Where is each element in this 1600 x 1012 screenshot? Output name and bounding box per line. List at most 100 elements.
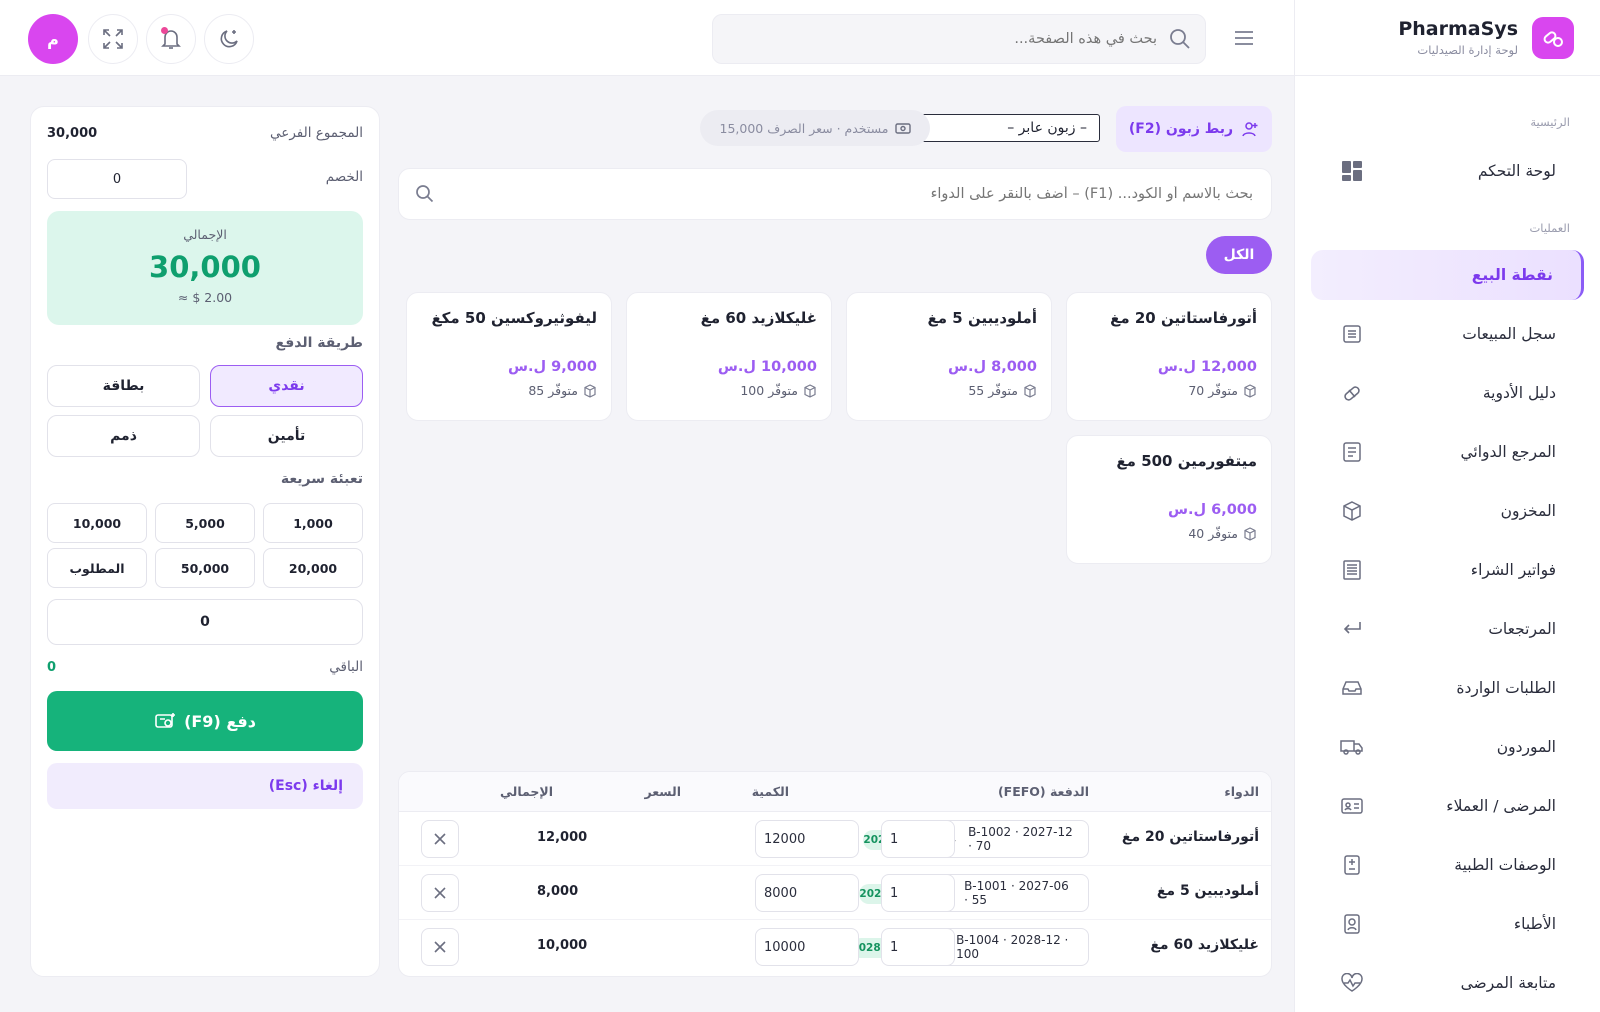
product-card[interactable]: ميتفورمين 500 مغ 6,000 ل.س متوفّر 40 bbox=[1066, 435, 1272, 564]
credit-method-button[interactable]: ذمم bbox=[47, 415, 200, 457]
sidebar-item-label: سجل المبيعات bbox=[1462, 325, 1556, 343]
batch-select[interactable]: ⌄B-1001 · 2027-06 · 55 bbox=[933, 874, 1089, 912]
cart-drug-name: أتورفاستاتين 20 مغ bbox=[1121, 829, 1259, 845]
section-label-main: الرئيسية bbox=[1530, 115, 1570, 129]
sidebar-item-drug-guide[interactable]: دليل الأدوية bbox=[1311, 368, 1584, 418]
table-row: أتورفاستاتين 20 مغ ⌄B-1002 · 2027-12 · 7… bbox=[399, 812, 1271, 866]
product-stock: متوفّر 55 bbox=[861, 383, 1037, 398]
quantity-input[interactable]: 1 bbox=[881, 820, 955, 858]
sidebar-item-inventory[interactable]: المخزون bbox=[1311, 486, 1584, 536]
notifications-button[interactable] bbox=[146, 14, 196, 64]
section-label-operations: العمليات bbox=[1529, 221, 1570, 235]
sidebar-item-doctors[interactable]: الأطباء bbox=[1311, 899, 1584, 949]
sidebar-item-prescriptions[interactable]: الوصفات الطبية bbox=[1311, 840, 1584, 890]
sidebar-item-patient-followup[interactable]: متابعة المرضى bbox=[1311, 958, 1584, 1008]
invoice-icon bbox=[1339, 557, 1365, 583]
amount-received-input[interactable]: 0 bbox=[47, 599, 363, 645]
box-icon bbox=[1339, 498, 1365, 524]
sidebar-item-label: المخزون bbox=[1500, 502, 1556, 520]
sidebar-item-purchase-invoices[interactable]: فواتير الشراء bbox=[1311, 545, 1584, 595]
remaining-value: 0 bbox=[47, 659, 57, 675]
sidebar-item-label: فواتير الشراء bbox=[1470, 561, 1556, 579]
sidebar-item-dashboard[interactable]: لوحة التحكم bbox=[1311, 146, 1584, 196]
notification-dot bbox=[161, 27, 168, 34]
box-icon bbox=[803, 383, 817, 398]
pill-icon bbox=[1339, 380, 1365, 406]
fullscreen-button[interactable] bbox=[88, 14, 138, 64]
menu-icon[interactable] bbox=[1230, 24, 1258, 52]
sidebar-item-suppliers[interactable]: الموردون bbox=[1311, 722, 1584, 772]
link-customer-button[interactable]: ربط زبون (F2) bbox=[1116, 106, 1272, 152]
product-stock: متوفّر 85 bbox=[421, 383, 597, 398]
product-price: 8,000 ل.س bbox=[947, 359, 1037, 375]
quick-5000-button[interactable]: 5,000 bbox=[155, 503, 255, 543]
quick-1000-button[interactable]: 1,000 bbox=[263, 503, 363, 543]
sidebar-item-sales-log[interactable]: سجل المبيعات bbox=[1311, 309, 1584, 359]
batch-select[interactable]: ⌄B-1002 · 2027-12 · 70 bbox=[937, 820, 1089, 858]
pay-button[interactable]: دفع (F9) bbox=[47, 691, 363, 751]
sidebar-item-drug-reference[interactable]: المرجع الدوائي bbox=[1311, 427, 1584, 477]
discount-input[interactable]: 0 bbox=[47, 159, 187, 199]
total-usd: ≈ $ 2.00 bbox=[177, 290, 233, 305]
payment-method-title: طريقة الدفع bbox=[275, 335, 363, 351]
quick-exact-button[interactable]: المطلوب bbox=[47, 548, 147, 588]
page-search-input[interactable] bbox=[727, 31, 1157, 47]
filter-all-chip[interactable]: الكل bbox=[1206, 236, 1272, 274]
sidebar-item-label: متابعة المرضى bbox=[1460, 974, 1556, 992]
product-card[interactable]: أملوديبين 5 مغ 8,000 ل.س متوفّر 55 bbox=[846, 292, 1052, 421]
product-stock: متوفّر 70 bbox=[1081, 383, 1257, 398]
line-total: 12,000 bbox=[537, 830, 588, 845]
inbox-icon bbox=[1339, 675, 1365, 701]
brand-subtitle: لوحة إدارة الصيدليات bbox=[1417, 43, 1518, 57]
brand-name: PharmaSys bbox=[1398, 18, 1518, 40]
price-input[interactable]: 8000 bbox=[755, 874, 859, 912]
product-search-input[interactable] bbox=[447, 186, 1253, 202]
product-price: 9,000 ل.س bbox=[507, 359, 597, 375]
remove-item-button[interactable] bbox=[421, 928, 459, 966]
receipt-icon bbox=[1339, 321, 1365, 347]
cash-register-icon bbox=[154, 711, 176, 731]
sidebar-item-pos[interactable]: نقطة البيع bbox=[1311, 250, 1584, 300]
quick-10000-button[interactable]: 10,000 bbox=[47, 503, 147, 543]
sidebar-item-label: الأطباء bbox=[1513, 915, 1556, 933]
total-box: الإجمالي 30,000 ≈ $ 2.00 bbox=[47, 211, 363, 325]
id-card-icon bbox=[1339, 793, 1365, 819]
prescription-icon bbox=[1339, 852, 1365, 878]
cancel-button[interactable]: إلغاء (Esc) bbox=[47, 763, 363, 809]
topbar: م bbox=[0, 0, 1294, 76]
sidebar-item-label: لوحة التحكم bbox=[1477, 162, 1556, 180]
dashboard-icon bbox=[1339, 158, 1365, 184]
truck-icon bbox=[1339, 734, 1365, 760]
sidebar-item-patients[interactable]: المرضى / العملاء bbox=[1311, 781, 1584, 831]
col-drug: الدواء bbox=[1224, 784, 1259, 799]
quick-20000-button[interactable]: 20,000 bbox=[263, 548, 363, 588]
sidebar-item-label: الموردون bbox=[1496, 738, 1556, 756]
insurance-method-button[interactable]: تأمين bbox=[210, 415, 363, 457]
quantity-input[interactable]: 1 bbox=[881, 874, 955, 912]
product-card[interactable]: ليفوثيروكسين 50 مكغ 9,000 ل.س متوفّر 85 bbox=[406, 292, 612, 421]
remove-item-button[interactable] bbox=[421, 874, 459, 912]
card-method-button[interactable]: بطاقة bbox=[47, 365, 200, 407]
reference-icon bbox=[1339, 439, 1365, 465]
product-name: أتورفاستاتين 20 مغ bbox=[1110, 309, 1257, 327]
cash-method-button[interactable]: نقدي bbox=[210, 365, 363, 407]
remove-item-button[interactable] bbox=[421, 820, 459, 858]
product-card[interactable]: غليكلازيد 60 مغ 10,000 ل.س متوفّر 100 bbox=[626, 292, 832, 421]
batch-value: B-1001 · 2027-06 · 55 bbox=[964, 879, 1069, 907]
stock-text: متوفّر 70 bbox=[1188, 383, 1238, 398]
quantity-input[interactable]: 1 bbox=[881, 928, 955, 966]
page-search[interactable] bbox=[712, 14, 1206, 64]
payment-panel: المجموع الفرعي 30,000 الخصم 0 الإجمالي 3… bbox=[30, 106, 380, 977]
search-icon bbox=[415, 184, 435, 204]
product-card[interactable]: أتورفاستاتين 20 مغ 12,000 ل.س متوفّر 70 bbox=[1066, 292, 1272, 421]
sidebar-item-returns[interactable]: المرتجعات bbox=[1311, 604, 1584, 654]
product-stock: متوفّر 100 bbox=[641, 383, 817, 398]
sidebar-item-incoming-orders[interactable]: الطلبات الواردة bbox=[1311, 663, 1584, 713]
sidebar-item-label: دليل الأدوية bbox=[1482, 384, 1556, 402]
quick-50000-button[interactable]: 50,000 bbox=[155, 548, 255, 588]
avatar[interactable]: م bbox=[28, 14, 78, 64]
theme-toggle-button[interactable] bbox=[204, 14, 254, 64]
price-input[interactable]: 12000 bbox=[755, 820, 859, 858]
product-search[interactable] bbox=[398, 168, 1272, 220]
price-input[interactable]: 10000 bbox=[755, 928, 859, 966]
